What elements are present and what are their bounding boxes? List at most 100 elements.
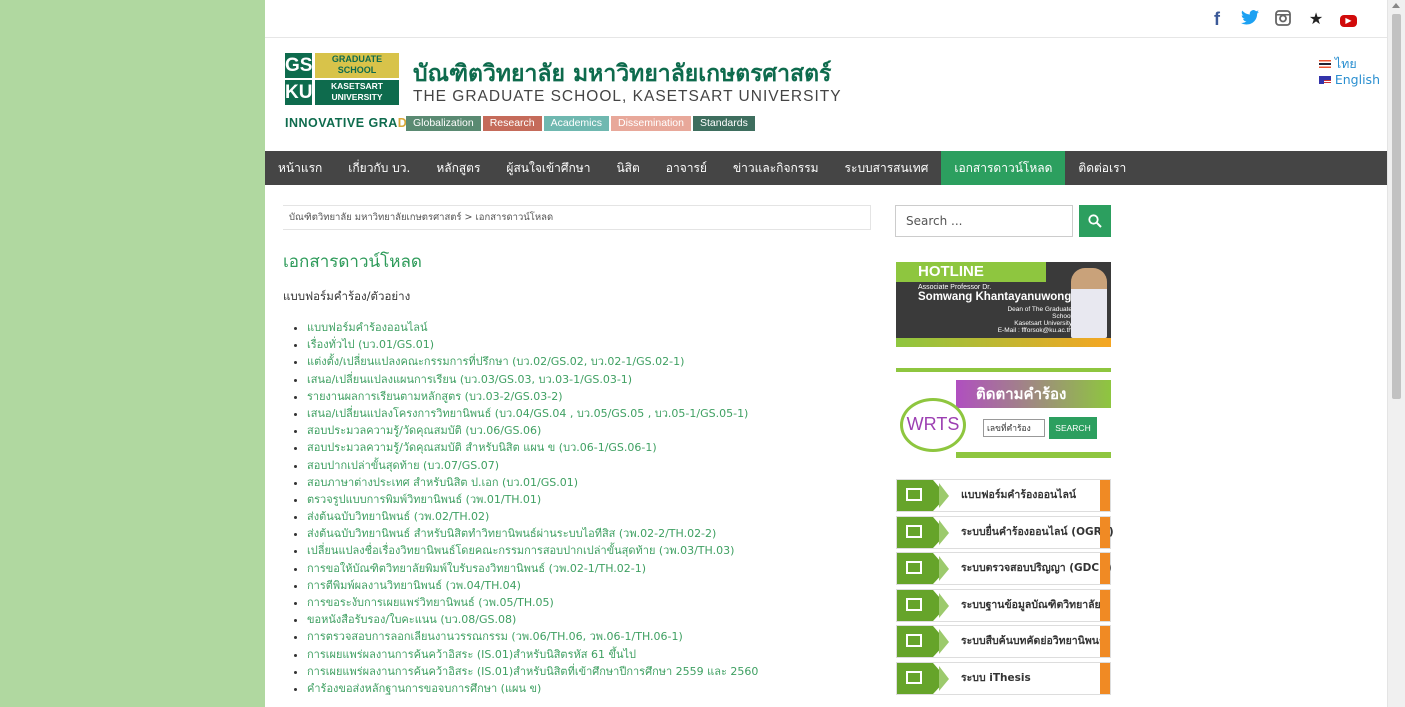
- document-link[interactable]: ส่งต้นฉบับวิทยานิพนธ์ สำหรับนิสิตทำวิทยา…: [307, 527, 716, 540]
- star-icon[interactable]: ★: [1307, 10, 1325, 28]
- document-link[interactable]: การตรวจสอบการลอกเลียนงานวรรณกรรม (วพ.06/…: [307, 630, 683, 643]
- page-scrollbar[interactable]: [1387, 0, 1405, 707]
- list-item[interactable]: แต่งตั้ง/เปลี่ยนแปลงคณะกรรมการที่ปรึกษา …: [307, 353, 758, 370]
- list-item[interactable]: เปลี่ยนแปลงชื่อเรื่องวิทยานิพนธ์โดยคณะกร…: [307, 542, 758, 559]
- chevron-icon: [939, 629, 949, 655]
- request-number-input[interactable]: เลขที่คำร้อง: [983, 419, 1045, 437]
- dean-photo: [1071, 268, 1107, 338]
- nav-about[interactable]: เกี่ยวกับ บว.: [335, 151, 423, 185]
- monitor-icon: [906, 524, 922, 538]
- search-input[interactable]: Search ...: [895, 205, 1073, 237]
- list-item[interactable]: เสนอ/เปลี่ยนแปลงโครงการวิทยานิพนธ์ (บว.0…: [307, 405, 758, 422]
- link-ogrf[interactable]: ระบบยื่นคำร้องออนไลน์ (OGRF): [896, 515, 1114, 549]
- list-item[interactable]: สอบประมวลความรู้/วัดคุณสมบัติ (บว.06/GS.…: [307, 422, 758, 439]
- monitor-icon: [906, 597, 922, 611]
- gsku-logo[interactable]: GS KU GRADUATE SCHOOL KASETSART UNIVERSI…: [285, 53, 400, 105]
- hotline-label: HOTLINE: [896, 262, 1046, 282]
- wrts-search-button[interactable]: SEARCH: [1049, 417, 1097, 439]
- list-item[interactable]: ขอหนังสือรับรอง/ใบคะแนน (บว.08/GS.08): [307, 611, 758, 628]
- lang-english[interactable]: English: [1318, 72, 1380, 88]
- logo-kasetsart-text: KASETSART: [331, 81, 383, 91]
- document-link[interactable]: คำร้องขอส่งหลักฐานการขอจบการศึกษา (แผน ข…: [307, 682, 541, 695]
- list-item[interactable]: ส่งต้นฉบับวิทยานิพนธ์ (วพ.02/TH.02): [307, 508, 758, 525]
- document-link[interactable]: รายงานผลการเรียนตามหลักสูตร (บว.03-2/GS.…: [307, 390, 563, 403]
- document-link[interactable]: การเผยแพร่ผลงานการค้นคว้าอิสระ (IS.01)สำ…: [307, 665, 758, 678]
- hotline-prefix: Associate Professor Dr.: [918, 284, 992, 291]
- youtube-icon[interactable]: ▶: [1340, 14, 1357, 27]
- document-link[interactable]: เสนอ/เปลี่ยนแปลงแผนการเรียน (บว.03/GS.03…: [307, 373, 632, 386]
- document-link[interactable]: การตีพิมพ์ผลงานวิทยานิพนธ์ (วพ.04/TH.04): [307, 579, 521, 592]
- link-tab: [1100, 662, 1110, 694]
- link-gdcs[interactable]: ระบบตรวจสอบปริญญา (GDCS): [896, 552, 1112, 586]
- lang-thai[interactable]: ไทย: [1318, 56, 1380, 72]
- breadcrumb[interactable]: บัณฑิตวิทยาลัย มหาวิทยาลัยเกษตรศาสตร์ > …: [283, 205, 871, 230]
- logo-ku: KU: [285, 80, 313, 105]
- facebook-icon[interactable]: f: [1208, 10, 1226, 28]
- link-online-form[interactable]: แบบฟอร์มคำร้องออนไลน์: [896, 479, 1111, 512]
- link-database[interactable]: ระบบฐานข้อมูลบัณฑิตวิทยาลัย: [896, 588, 1111, 622]
- list-item[interactable]: รายงานผลการเรียนตามหลักสูตร (บว.03-2/GS.…: [307, 388, 758, 405]
- list-item[interactable]: สอบประมวลความรู้/วัดคุณสมบัติ สำหรับนิสิ…: [307, 439, 758, 456]
- search-icon: [1088, 214, 1102, 228]
- tagline: INNOVATIVE GRADS: [285, 116, 416, 130]
- link-label: ระบบยื่นคำร้องออนไลน์ (OGRF): [961, 525, 1114, 538]
- link-tab: [1100, 589, 1110, 621]
- document-link[interactable]: การขอให้บัณฑิตวิทยาลัยพิมพ์ใบรับรองวิทยา…: [307, 562, 646, 575]
- list-item[interactable]: คำร้องขอส่งหลักฐานการขอจบการศึกษา (แผน ข…: [307, 680, 758, 697]
- nav-students[interactable]: นิสิต: [603, 151, 652, 185]
- document-link[interactable]: เปลี่ยนแปลงชื่อเรื่องวิทยานิพนธ์โดยคณะกร…: [307, 544, 734, 557]
- document-list: แบบฟอร์มคำร้องออนไลน์ เรื่องทั่วไป (บว.0…: [283, 319, 758, 697]
- list-item[interactable]: ตรวจรูปแบบการพิมพ์วิทยานิพนธ์ (วพ.01/TH.…: [307, 491, 758, 508]
- nav-downloads[interactable]: เอกสารดาวน์โหลด: [941, 151, 1066, 185]
- list-item[interactable]: สอบปากเปล่าขั้นสุดท้าย (บว.07/GS.07): [307, 457, 758, 474]
- list-item[interactable]: การขอระงับการเผยแพร่วิทยานิพนธ์ (วพ.05/T…: [307, 594, 758, 611]
- scrollbar-thumb[interactable]: [1392, 14, 1401, 399]
- nav-admissions[interactable]: ผู้สนใจเข้าศึกษา: [493, 151, 603, 185]
- list-item[interactable]: เรื่องทั่วไป (บว.01/GS.01): [307, 336, 758, 353]
- document-link[interactable]: ขอหนังสือรับรอง/ใบคะแนน (บว.08/GS.08): [307, 613, 516, 626]
- hotline-bar: [896, 338, 1111, 347]
- document-link[interactable]: สอบประมวลความรู้/วัดคุณสมบัติ สำหรับนิสิ…: [307, 441, 657, 454]
- language-switcher: ไทย English: [1318, 56, 1380, 88]
- document-link[interactable]: สอบปากเปล่าขั้นสุดท้าย (บว.07/GS.07): [307, 459, 499, 472]
- nav-programs[interactable]: หลักสูตร: [423, 151, 493, 185]
- nav-home[interactable]: หน้าแรก: [265, 151, 335, 185]
- document-link[interactable]: แบบฟอร์มคำร้องออนไลน์: [307, 321, 428, 334]
- link-abstract-search[interactable]: ระบบสืบค้นบทคัดย่อวิทยานิพนธ์: [896, 625, 1111, 659]
- document-link[interactable]: การเผยแพร่ผลงานการค้นคว้าอิสระ (IS.01)สำ…: [307, 648, 636, 661]
- list-item[interactable]: การตรวจสอบการลอกเลียนงานวรรณกรรม (วพ.06/…: [307, 628, 758, 645]
- search-button[interactable]: [1079, 205, 1111, 237]
- document-link[interactable]: การขอระงับการเผยแพร่วิทยานิพนธ์ (วพ.05/T…: [307, 596, 554, 609]
- logo-kasetsart-university: KASETSART UNIVERSITY: [315, 80, 399, 105]
- theme-pills: Globalization Research Academics Dissemi…: [406, 116, 755, 131]
- document-link[interactable]: สอบประมวลความรู้/วัดคุณสมบัติ (บว.06/GS.…: [307, 424, 541, 437]
- document-link[interactable]: เสนอ/เปลี่ยนแปลงโครงการวิทยานิพนธ์ (บว.0…: [307, 407, 748, 420]
- document-link[interactable]: เรื่องทั่วไป (บว.01/GS.01): [307, 338, 434, 351]
- list-item[interactable]: เสนอ/เปลี่ยนแปลงแผนการเรียน (บว.03/GS.03…: [307, 371, 758, 388]
- list-item[interactable]: การเผยแพร่ผลงานการค้นคว้าอิสระ (IS.01)สำ…: [307, 663, 758, 680]
- list-item[interactable]: ส่งต้นฉบับวิทยานิพนธ์ สำหรับนิสิตทำวิทยา…: [307, 525, 758, 542]
- twitter-icon[interactable]: [1241, 10, 1259, 28]
- list-item[interactable]: การเผยแพร่ผลงานการค้นคว้าอิสระ (IS.01)สำ…: [307, 646, 758, 663]
- nav-contact[interactable]: ติดต่อเรา: [1065, 151, 1139, 185]
- document-link[interactable]: ส่งต้นฉบับวิทยานิพนธ์ (วพ.02/TH.02): [307, 510, 489, 523]
- monitor-icon: [906, 561, 922, 575]
- list-item[interactable]: สอบภาษาต่างประเทศ สำหรับนิสิต ป.เอก (บว.…: [307, 474, 758, 491]
- lang-thai-label: ไทย: [1334, 56, 1357, 71]
- document-link[interactable]: สอบภาษาต่างประเทศ สำหรับนิสิต ป.เอก (บว.…: [307, 476, 578, 489]
- nav-faculty[interactable]: อาจารย์: [653, 151, 720, 185]
- nav-news[interactable]: ข่าวและกิจกรรม: [720, 151, 832, 185]
- list-item[interactable]: การตีพิมพ์ผลงานวิทยานิพนธ์ (วพ.04/TH.04): [307, 577, 758, 594]
- logo-university-text: UNIVERSITY: [331, 92, 383, 102]
- nav-info-systems[interactable]: ระบบสารสนเทศ: [832, 151, 942, 185]
- scroll-up-icon[interactable]: [1392, 3, 1400, 8]
- document-link[interactable]: ตรวจรูปแบบการพิมพ์วิทยานิพนธ์ (วพ.01/TH.…: [307, 493, 541, 506]
- hotline-banner[interactable]: HOTLINE Associate Professor Dr. Somwang …: [896, 262, 1111, 347]
- link-tab: [1100, 553, 1110, 585]
- document-link[interactable]: แต่งตั้ง/เปลี่ยนแปลงคณะกรรมการที่ปรึกษา …: [307, 355, 684, 368]
- list-item[interactable]: แบบฟอร์มคำร้องออนไลน์: [307, 319, 758, 336]
- main-nav: หน้าแรก เกี่ยวกับ บว. หลักสูตร ผู้สนใจเข…: [265, 151, 1388, 185]
- list-item[interactable]: การขอให้บัณฑิตวิทยาลัยพิมพ์ใบรับรองวิทยา…: [307, 560, 758, 577]
- instagram-icon[interactable]: [1274, 10, 1292, 28]
- link-ithesis[interactable]: ระบบ iThesis: [896, 661, 1111, 695]
